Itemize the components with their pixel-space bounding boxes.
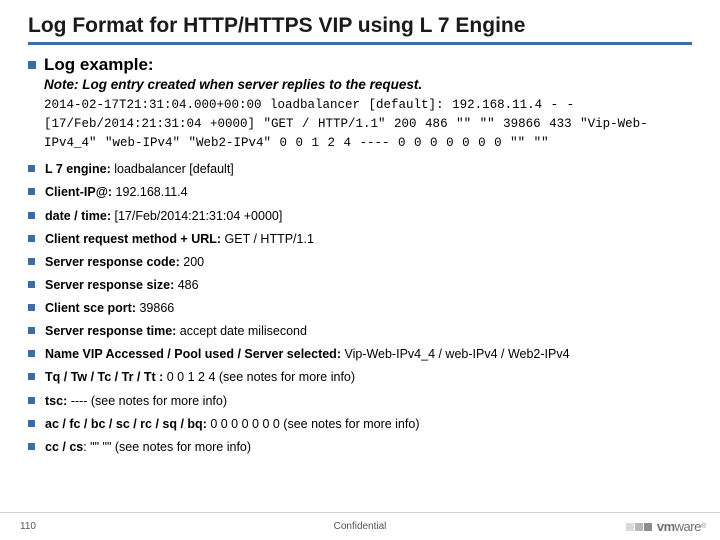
field-item: Name VIP Accessed / Pool used / Server s… [28,345,692,363]
logo-text-vm: vm [657,519,675,534]
field-label: Tq / Tw / Tc / Tr / Tt : [45,370,163,384]
field-text: date / time: [17/Feb/2014:21:31:04 +0000… [45,207,282,225]
field-label: Server response code: [45,255,180,269]
field-item: Client-IP@: 192.168.11.4 [28,183,692,201]
logo-box [644,523,652,531]
page-number: 110 [20,521,36,532]
section-heading: Log example: [44,55,154,75]
bullet-icon [28,443,35,450]
vmware-logo: vmware® [626,519,706,534]
field-value: 39866 [136,301,174,315]
bullet-icon [28,327,35,334]
field-item: Server response size: 486 [28,276,692,294]
field-label: date / time: [45,209,111,223]
slide-footer: 110 Confidential vmware® [0,512,720,540]
log-block: 2014-02-17T21:31:04.000+00:00 loadbalanc… [44,96,692,152]
field-item: cc / cs: "" "" (see notes for more info) [28,438,692,456]
bullet-icon [28,188,35,195]
field-label: L 7 engine: [45,162,111,176]
confidential-label: Confidential [334,521,387,532]
bullet-icon [28,350,35,357]
field-item: Server response code: 200 [28,253,692,271]
section-heading-row: Log example: [28,55,692,75]
field-text: Client sce port: 39866 [45,299,174,317]
field-value: : "" "" (see notes for more info) [83,440,251,454]
bullet-icon [28,165,35,172]
field-text: cc / cs: "" "" (see notes for more info) [45,438,251,456]
field-item: tsc: ---- (see notes for more info) [28,392,692,410]
registered-mark: ® [701,523,706,530]
field-value: accept date milisecond [176,324,307,338]
field-item: Server response time: accept date milise… [28,322,692,340]
bullet-icon [28,258,35,265]
field-item: Client request method + URL: GET / HTTP/… [28,230,692,248]
field-label: ac / fc / bc / sc / rc / sq / bq: [45,417,207,431]
field-value: 0 0 0 0 0 0 0 (see notes for more info) [207,417,420,431]
logo-box [635,523,643,531]
field-text: Tq / Tw / Tc / Tr / Tt : 0 0 1 2 4 (see … [45,368,355,386]
field-value: ---- (see notes for more info) [67,394,227,408]
title-divider [28,42,692,45]
field-value: Vip-Web-IPv4_4 / web-IPv4 / Web2-IPv4 [341,347,570,361]
note-text: Note: Log entry created when server repl… [44,77,692,92]
field-text: L 7 engine: loadbalancer [default] [45,160,234,178]
logo-boxes-icon [626,523,653,531]
field-label: Client request method + URL: [45,232,221,246]
field-list: L 7 engine: loadbalancer [default] Client… [28,160,692,456]
field-text: Server response size: 486 [45,276,199,294]
field-value: 0 0 1 2 4 (see notes for more info) [163,370,355,384]
field-value: 486 [174,278,198,292]
field-item: date / time: [17/Feb/2014:21:31:04 +0000… [28,207,692,225]
bullet-icon [28,420,35,427]
field-item: L 7 engine: loadbalancer [default] [28,160,692,178]
field-label: tsc: [45,394,67,408]
field-item: Client sce port: 39866 [28,299,692,317]
logo-box [626,523,634,531]
field-text: Name VIP Accessed / Pool used / Server s… [45,345,570,363]
bullet-icon [28,61,36,69]
field-value: 200 [180,255,204,269]
field-text: Client request method + URL: GET / HTTP/… [45,230,314,248]
bullet-icon [28,235,35,242]
field-value: GET / HTTP/1.1 [221,232,314,246]
logo-text-ware: ware [675,519,701,534]
field-value: loadbalancer [default] [111,162,234,176]
field-text: ac / fc / bc / sc / rc / sq / bq: 0 0 0 … [45,415,419,433]
field-text: Client-IP@: 192.168.11.4 [45,183,188,201]
field-value: 192.168.11.4 [112,185,188,199]
bullet-icon [28,304,35,311]
field-item: Tq / Tw / Tc / Tr / Tt : 0 0 1 2 4 (see … [28,368,692,386]
field-text: Server response time: accept date milise… [45,322,307,340]
field-label: Client-IP@: [45,185,112,199]
bullet-icon [28,397,35,404]
slide-title: Log Format for HTTP/HTTPS VIP using L 7 … [28,14,692,38]
field-text: Server response code: 200 [45,253,204,271]
field-label: Name VIP Accessed / Pool used / Server s… [45,347,341,361]
field-label: cc / cs [45,440,83,454]
bullet-icon [28,373,35,380]
bullet-icon [28,212,35,219]
field-label: Server response size: [45,278,174,292]
field-text: tsc: ---- (see notes for more info) [45,392,227,410]
field-value: [17/Feb/2014:21:31:04 +0000] [111,209,282,223]
bullet-icon [28,281,35,288]
field-item: ac / fc / bc / sc / rc / sq / bq: 0 0 0 … [28,415,692,433]
field-label: Server response time: [45,324,176,338]
field-label: Client sce port: [45,301,136,315]
